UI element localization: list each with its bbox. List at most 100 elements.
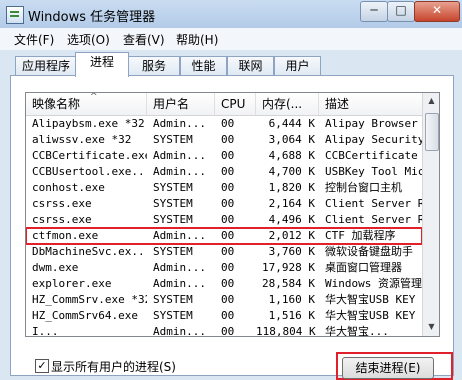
process-row[interactable]: csrss.exe SYSTEM 00 4,496 K Client Server Ru (26, 212, 422, 228)
maximize-button[interactable]: □ (387, 1, 415, 22)
column-user-name[interactable]: 用户名 (147, 93, 215, 115)
process-row[interactable]: explorer.exe Admin... 00 28,584 K Windows 资源… (26, 276, 422, 292)
process-row[interactable]: ctfmon.exe Admin... 00 2,012 K CTF 加载程序 (26, 227, 423, 245)
scroll-up-icon[interactable]: ▲ (424, 93, 439, 109)
process-desc: CCBCertificate (325, 149, 418, 162)
process-cpu: 00 (221, 149, 235, 162)
process-mem: 6,444 K (268, 117, 315, 130)
process-row[interactable]: aliwssv.exe *32 SYSTEM 00 3,064 K Alipay Sec… (26, 132, 422, 148)
process-cpu: 00 (221, 261, 235, 274)
process-desc: 华大智宝... (325, 325, 389, 337)
process-cpu: 00 (221, 293, 235, 306)
process-mem: 4,496 K (268, 213, 315, 226)
process-user: SYSTEM (153, 293, 193, 306)
column-memory[interactable]: 内存(... (256, 93, 319, 115)
process-desc: Client Server Ru (325, 197, 422, 210)
process-mem: 17,928 K (262, 261, 315, 274)
process-row[interactable]: HZ_CommSrv.exe *32 SYSTEM 00 1,160 K 华大智宝USB… (26, 292, 422, 308)
process-row[interactable]: HZ_CommSrv64.exe SYSTEM 00 1,516 K 华大智宝USB K… (26, 308, 422, 324)
column-cpu[interactable]: CPU (215, 93, 256, 115)
vertical-scrollbar[interactable]: ▲ ▼ (422, 93, 439, 336)
show-all-users-label: 显示所有用户的进程(S) (51, 360, 176, 374)
process-desc: 微软设备键盘助手 (325, 245, 413, 258)
menu-options[interactable]: 选项(O) (67, 31, 110, 48)
process-desc: 控制台窗口主机 (325, 181, 402, 194)
process-name: I... (32, 325, 59, 337)
minimize-button[interactable]: ─ (360, 1, 388, 22)
tab-networking[interactable]: 联网 (227, 56, 274, 76)
process-desc: 华大智宝USB KEY (325, 309, 416, 322)
process-user: SYSTEM (153, 245, 193, 258)
tab-services[interactable]: 服务 (128, 56, 180, 76)
process-user: SYSTEM (153, 197, 193, 210)
title-bar[interactable]: Windows 任务管理器 ─ □ ✕ (0, 0, 462, 28)
process-user: Admin... (153, 229, 206, 242)
process-cpu: 00 (221, 181, 235, 194)
process-name: HZ_CommSrv64.exe (32, 309, 138, 322)
process-name: csrss.exe (32, 197, 92, 210)
process-mem: 4,688 K (268, 149, 315, 162)
process-row[interactable]: I... Admin... 00 118,804 K 华大智宝... (26, 324, 422, 337)
process-name: CCBUsertool.exe... (32, 165, 147, 178)
process-mem: 28,584 K (262, 277, 315, 290)
process-mem: 4,700 K (268, 165, 315, 178)
tab-strip: 应用程序 进程 服务 性能 联网 用户 (0, 50, 462, 77)
process-cpu: 00 (221, 309, 235, 322)
process-row[interactable]: conhost.exe SYSTEM 00 1,820 K 控制台窗口主机 (26, 180, 422, 196)
task-manager-icon (6, 6, 24, 24)
process-mem: 3,064 K (268, 133, 315, 146)
process-name: CCBCertificate.exe (32, 149, 147, 162)
process-cpu: 00 (221, 277, 235, 290)
process-row[interactable]: CCBCertificate.exe Admin... 00 4,688 K CCBCe… (26, 148, 422, 164)
process-row[interactable]: CCBUsertool.exe... Admin... 00 4,700 K USBKe… (26, 164, 422, 180)
process-desc: 华大智宝USB KEY (325, 293, 416, 306)
process-desc: Windows 资源管理 (325, 277, 422, 290)
process-name: csrss.exe (32, 213, 92, 226)
process-user: Admin... (153, 117, 206, 130)
close-button[interactable]: ✕ (414, 1, 460, 22)
process-name: explorer.exe (32, 277, 112, 290)
process-cpu: 00 (221, 245, 235, 258)
process-desc: 桌面窗口管理器 (325, 261, 402, 274)
process-name: DbMachineSvc.ex... (32, 245, 147, 258)
tab-users[interactable]: 用户 (274, 56, 321, 76)
menu-help[interactable]: 帮助(H) (176, 31, 218, 48)
end-process-button[interactable]: 结束进程(E) (342, 357, 434, 379)
menu-file[interactable]: 文件(F) (14, 31, 54, 48)
process-row[interactable]: Alipaybsm.exe *32 Admin... 00 6,444 K Alipay… (26, 116, 422, 132)
scroll-thumb[interactable] (425, 113, 439, 151)
process-mem: 1,820 K (268, 181, 315, 194)
process-name: ctfmon.exe (32, 229, 99, 242)
process-user: Admin... (153, 325, 206, 337)
scroll-down-icon[interactable]: ▼ (424, 319, 439, 335)
menu-bar: 文件(F) 选项(O) 查看(V) 帮助(H) (0, 28, 462, 50)
tab-applications[interactable]: 应用程序 (15, 56, 77, 76)
sort-ascending-icon: ^ (90, 92, 98, 102)
process-mem: 1,160 K (268, 293, 315, 306)
process-cpu: 00 (221, 325, 235, 337)
process-mem: 3,760 K (268, 245, 315, 258)
process-desc: USBKey Tool Micr (325, 165, 422, 178)
column-description[interactable]: 描述 (319, 93, 422, 115)
process-cpu: 00 (221, 165, 235, 178)
process-list[interactable]: 映像名称 ^ 用户名 CPU 内存(... 描述 Alipaybsm.exe *… (25, 92, 440, 337)
menu-view[interactable]: 查看(V) (123, 31, 165, 48)
process-name: Alipaybsm.exe *32 (32, 117, 145, 130)
process-user: Admin... (153, 277, 206, 290)
process-row[interactable]: DbMachineSvc.ex... SYSTEM 00 3,760 K 微软设备键盘助… (26, 244, 422, 260)
tab-performance[interactable]: 性能 (180, 56, 227, 76)
process-mem: 1,516 K (268, 309, 315, 322)
process-row[interactable]: csrss.exe SYSTEM 00 2,164 K Client Server Ru (26, 196, 422, 212)
process-user: SYSTEM (153, 213, 193, 226)
process-user: SYSTEM (153, 133, 193, 146)
process-name: HZ_CommSrv.exe *32 (32, 293, 147, 306)
process-cpu: 00 (221, 213, 235, 226)
process-user: Admin... (153, 165, 206, 178)
show-all-users-checkbox[interactable]: ✓ (35, 359, 49, 373)
process-mem: 118,804 K (256, 325, 316, 337)
process-row[interactable]: dwm.exe Admin... 00 17,928 K 桌面窗口管理器 (26, 260, 422, 276)
process-cpu: 00 (221, 197, 235, 210)
column-image-name[interactable]: 映像名称 ^ (26, 93, 147, 115)
window-title: Windows 任务管理器 (28, 10, 156, 25)
tab-processes[interactable]: 进程 (75, 52, 129, 77)
